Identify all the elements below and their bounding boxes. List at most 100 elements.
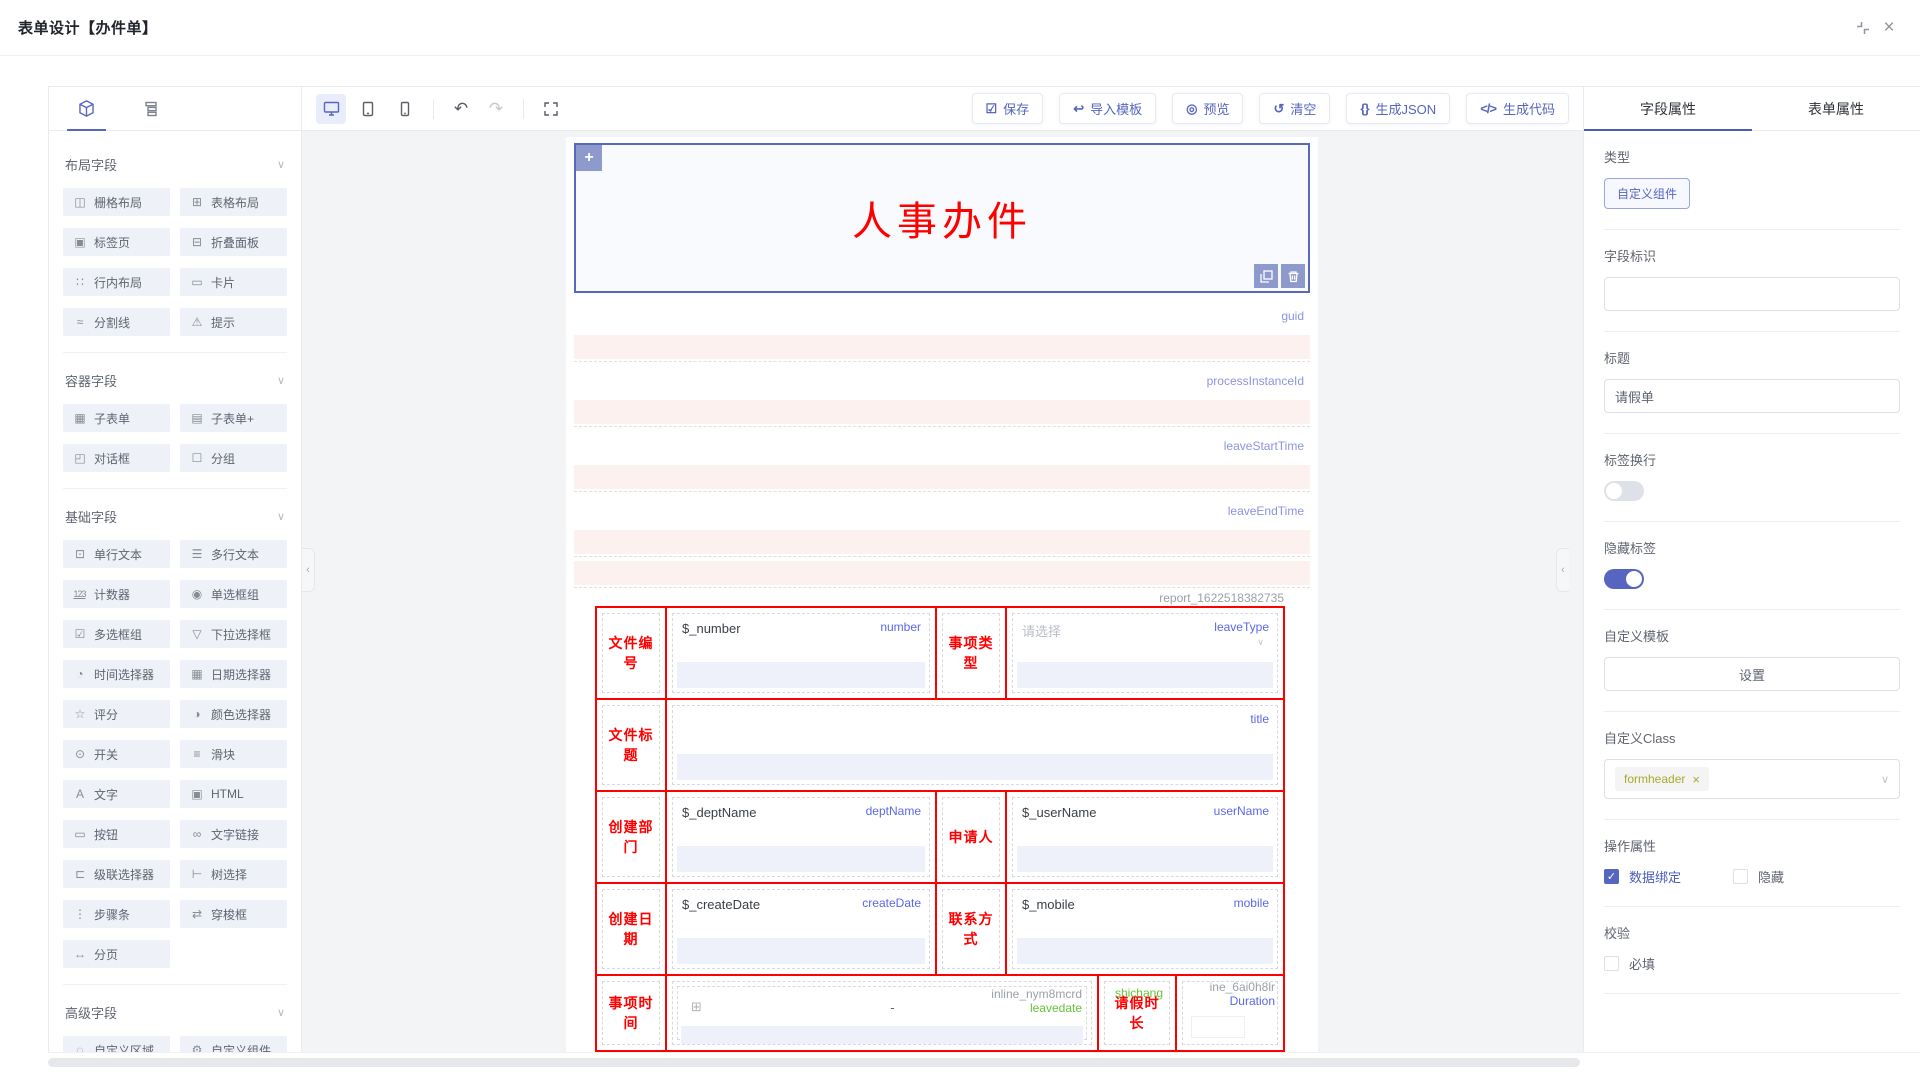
tab-outline-tree[interactable] [136,87,166,130]
compress-window-icon[interactable] [1850,15,1876,41]
palette-item-dialog[interactable]: ◰对话框 [63,444,170,472]
data-binding-checkbox[interactable]: ✓ [1604,869,1619,884]
palette-item-subform[interactable]: ▦子表单 [63,404,170,432]
fullscreen-icon[interactable] [537,95,565,123]
palette-scroll[interactable]: 布局字段 ∨ ◫栅格布局 ⊞表格布局 ▣标签页 ⊟折叠面板 ∷行内布局 ▭卡片 … [49,131,301,1052]
horizontal-scrollbar[interactable] [48,1058,1580,1067]
field-create-date[interactable]: $_createDate createDate [665,884,935,974]
palette-item-html[interactable]: ▣HTML [180,780,287,808]
palette-item-collapse-panel[interactable]: ⊟折叠面板 [180,228,287,256]
generate-code-button[interactable]: </>生成代码 [1466,93,1569,124]
palette-item-tree-select[interactable]: ⊢树选择 [180,860,287,888]
palette-item-alert[interactable]: ⚠提示 [180,308,287,336]
undo-button[interactable]: ↶ [447,95,475,123]
workspace: 布局字段 ∨ ◫栅格布局 ⊞表格布局 ▣标签页 ⊟折叠面板 ∷行内布局 ▭卡片 … [48,86,1920,1053]
preview-button[interactable]: ◎预览 [1172,93,1243,124]
palette-item-rate[interactable]: ☆评分 [63,700,170,728]
chevron-down-icon: ∨ [277,374,285,387]
palette-item-color-picker[interactable]: ◑颜色选择器 [180,700,287,728]
tab-form-properties[interactable]: 表单属性 [1752,87,1920,130]
field-key-input[interactable] [1604,277,1900,311]
tab-field-properties[interactable]: 字段属性 [1584,87,1752,130]
title-input[interactable] [1604,379,1900,413]
custom-class-label: 自定义Class [1604,728,1900,747]
properties-body: 类型 自定义组件 字段标识 标题 标签换行 隐藏标签 自定义模板 [1584,131,1920,1052]
section-header-container[interactable]: 容器字段 ∨ [63,363,287,404]
copy-component-button[interactable] [1254,264,1278,288]
hidden-field-extra[interactable] [574,557,1310,588]
delete-component-button[interactable] [1281,264,1305,288]
generate-json-button[interactable]: {}生成JSON [1346,93,1450,124]
field-dept-name[interactable]: $_deptName deptName [665,792,935,882]
palette-item-single-line-text[interactable]: ⊡单行文本 [63,540,170,568]
design-canvas[interactable]: + 人事办件 [302,131,1583,1052]
palette-item-multi-line-text[interactable]: ☰多行文本 [180,540,287,568]
redo-button[interactable]: ↷ [482,95,510,123]
palette-item-button[interactable]: ▭按钮 [63,820,170,848]
palette-item-time-picker[interactable]: ◔时间选择器 [63,660,170,688]
device-phone-button[interactable] [390,94,420,124]
clear-button[interactable]: ↺清空 [1259,93,1330,124]
collapse-right-panel-handle[interactable]: ‹ [1556,548,1569,592]
field-user-name[interactable]: $_userName userName [1005,792,1283,882]
required-checkbox[interactable] [1604,956,1619,971]
field-value: $_number [682,621,741,636]
palette-item-counter[interactable]: 123计数器 [63,580,170,608]
palette-item-inline-layout[interactable]: ∷行内布局 [63,268,170,296]
section-header-advanced[interactable]: 高级字段 ∨ [63,995,287,1036]
collapse-left-panel-handle[interactable]: ‹ [302,548,315,592]
hidden-field-leave-end-time[interactable]: leaveEndTime [574,492,1310,557]
import-template-button[interactable]: ↩导入模板 [1059,93,1156,124]
field-duration-label-cell[interactable]: shichang 请假时长 [1097,976,1175,1050]
field-value: $_userName [1022,805,1096,820]
palette-item-select[interactable]: ▽下拉选择框 [180,620,287,648]
field-title[interactable]: title [665,700,1283,790]
field-duration[interactable]: ine_6ai0h8lr Duration [1175,976,1283,1050]
hide-label-toggle[interactable] [1604,569,1644,589]
palette-item-slider[interactable]: ≡滑块 [180,740,287,768]
palette-item-grid-layout[interactable]: ◫栅格布局 [63,188,170,216]
field-mobile[interactable]: $_mobile mobile [1005,884,1283,974]
report-table-component[interactable]: 文件编号 $_number number 事项类型 请选择 [595,606,1285,1052]
palette-item-pagination[interactable]: ↔分页 [63,940,170,968]
palette-item-tabs[interactable]: ▣标签页 [63,228,170,256]
field-leave-type[interactable]: 请选择 leaveType ∨ [1005,608,1283,698]
label-wrap-toggle[interactable] [1604,481,1644,501]
device-tablet-button[interactable] [353,94,383,124]
field-leave-date-range[interactable]: inline_nym8mcrd leavedate ⊞ - [665,976,1097,1050]
remove-class-tag-icon[interactable]: × [1692,773,1700,786]
hidden-field-guid[interactable]: guid [574,297,1310,362]
palette-item-radio-group[interactable]: ◉单选框组 [180,580,287,608]
palette-item-text-link[interactable]: ∞文字链接 [180,820,287,848]
hidden-field-leave-start-time[interactable]: leaveStartTime [574,427,1310,492]
drag-handle-icon[interactable]: + [576,145,602,171]
palette-item-transfer[interactable]: ⇄穿梭框 [180,900,287,928]
hidden-field-process-instance-id[interactable]: processInstanceId [574,362,1310,427]
palette-item-checkbox-group[interactable]: ☑多选框组 [63,620,170,648]
hidden-checkbox[interactable] [1733,869,1748,884]
palette-item-cascader[interactable]: ⊏级联选择器 [63,860,170,888]
palette-item-text[interactable]: A文字 [63,780,170,808]
palette-item-table-layout[interactable]: ⊞表格布局 [180,188,287,216]
tab-components[interactable] [71,87,102,130]
form-header-component[interactable]: + 人事办件 [574,143,1310,293]
palette-item-steps[interactable]: ⋮步骤条 [63,900,170,928]
section-header-basic[interactable]: 基础字段 ∨ [63,499,287,540]
palette-item-group[interactable]: ☐分组 [180,444,287,472]
custom-class-select[interactable]: formheader × ∨ [1604,759,1900,799]
palette-item-custom-area[interactable]: ◌自定义区域 [63,1036,170,1052]
field-number[interactable]: $_number number [665,608,935,698]
palette-item-divider[interactable]: ≈分割线 [63,308,170,336]
collapse-panel-icon: ⊟ [189,235,204,249]
palette-item-custom-component[interactable]: ⚙自定义组件 [180,1036,287,1052]
palette-item-switch[interactable]: ⊙开关 [63,740,170,768]
save-button[interactable]: ☑保存 [972,93,1044,124]
palette-item-card[interactable]: ▭卡片 [180,268,287,296]
device-desktop-button[interactable] [316,94,346,124]
close-icon[interactable]: × [1876,15,1902,41]
palette-item-subform-plus[interactable]: ▤子表单+ [180,404,287,432]
section-header-layout[interactable]: 布局字段 ∨ [63,147,287,188]
palette-item-date-picker[interactable]: ▦日期选择器 [180,660,287,688]
chevron-down-icon: ∨ [277,1006,285,1019]
template-settings-button[interactable]: 设置 [1604,657,1900,691]
